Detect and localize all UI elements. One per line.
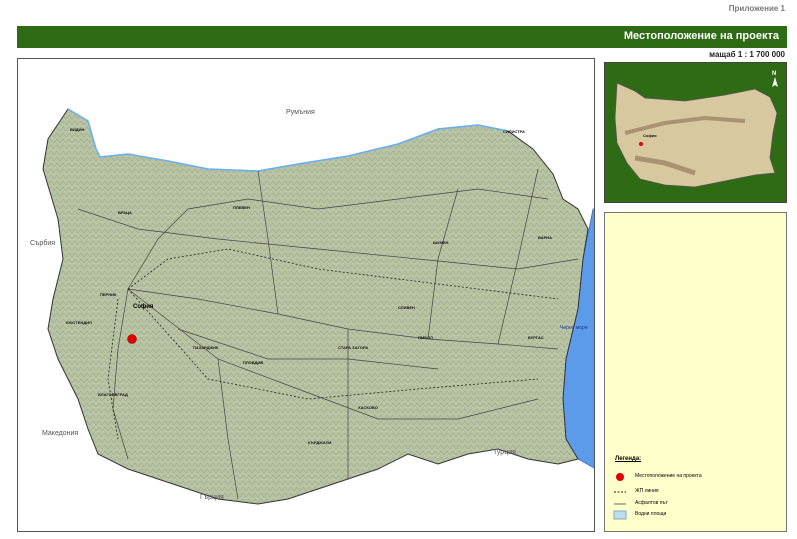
label-romania: Румъния	[286, 109, 315, 116]
label-turkey: Турция	[493, 449, 516, 456]
legend-item-water: Водни площи	[613, 509, 783, 521]
label-city: ПЕРНИК	[100, 292, 117, 297]
label-city: ХАСКОВО	[358, 405, 378, 410]
inset-project-marker	[639, 142, 643, 146]
legend-item-project-location: Местоположение на проекта	[613, 471, 783, 483]
project-location-marker[interactable]	[127, 334, 137, 344]
inset-map-canvas: София N	[614, 71, 778, 188]
label-sofia: София	[133, 303, 154, 310]
legend-item-railway: ЖП линия	[613, 486, 783, 498]
label-serbia: Сърбия	[30, 239, 55, 247]
title-bar: Местоположение на проекта	[17, 26, 787, 48]
main-map[interactable]: Румъния Сърбия Македония Гърция Турция Ч…	[17, 58, 595, 532]
legend-label: Асфалтов път	[635, 500, 668, 506]
label-macedonia: Македония	[42, 430, 78, 437]
label-city: КЮСТЕНДИЛ	[66, 320, 92, 325]
red-dot-icon	[616, 473, 624, 481]
legend-label: Местоположение на проекта	[635, 473, 702, 479]
map-scale: мащаб 1 : 1 700 000	[709, 50, 785, 59]
map-title: Местоположение на проекта	[623, 30, 779, 42]
railway-line-icon	[614, 491, 626, 493]
inset-label-sofia: София	[643, 133, 657, 138]
label-greece: Гърция	[200, 494, 224, 501]
legend-title: Легенда:	[615, 456, 642, 462]
label-city: ВАРНА	[538, 235, 552, 240]
legend-label: ЖП линия	[635, 488, 659, 494]
label-city: ЯМБОЛ	[418, 335, 433, 340]
main-map-canvas: Румъния Сърбия Македония Гърция Турция Ч…	[30, 108, 594, 505]
appendix-label: Приложение 1	[728, 4, 785, 13]
water-area-icon	[613, 510, 627, 520]
label-city: СИЛИСТРА	[503, 129, 525, 134]
inset-bulgaria	[614, 82, 778, 188]
label-city: ШУМЕН	[433, 240, 449, 245]
label-city: ПЛОВДИВ	[243, 360, 263, 365]
label-city: ПАЗАРДЖИК	[193, 345, 219, 350]
north-arrow-icon	[772, 77, 778, 87]
north-label: N	[772, 71, 776, 77]
legend-panel: Легенда: Местоположение на проекта ЖП ли…	[604, 212, 787, 532]
label-city: ВРАЦА	[118, 210, 132, 215]
label-black-sea: Черно море	[560, 325, 588, 331]
legend-label: Водни площи	[635, 511, 667, 517]
label-city: СТАРА ЗАГОРА	[338, 345, 368, 350]
label-city: СЛИВЕН	[398, 305, 415, 310]
label-city: БЛАГОЕВГРАД	[98, 392, 128, 397]
label-city: БУРГАС	[528, 335, 544, 340]
inset-overview-map[interactable]: София N	[604, 62, 787, 203]
label-city: КЪРДЖАЛИ	[308, 440, 332, 445]
label-city: ПЛЕВЕН	[233, 205, 250, 210]
label-city: ВИДИН	[70, 127, 84, 132]
